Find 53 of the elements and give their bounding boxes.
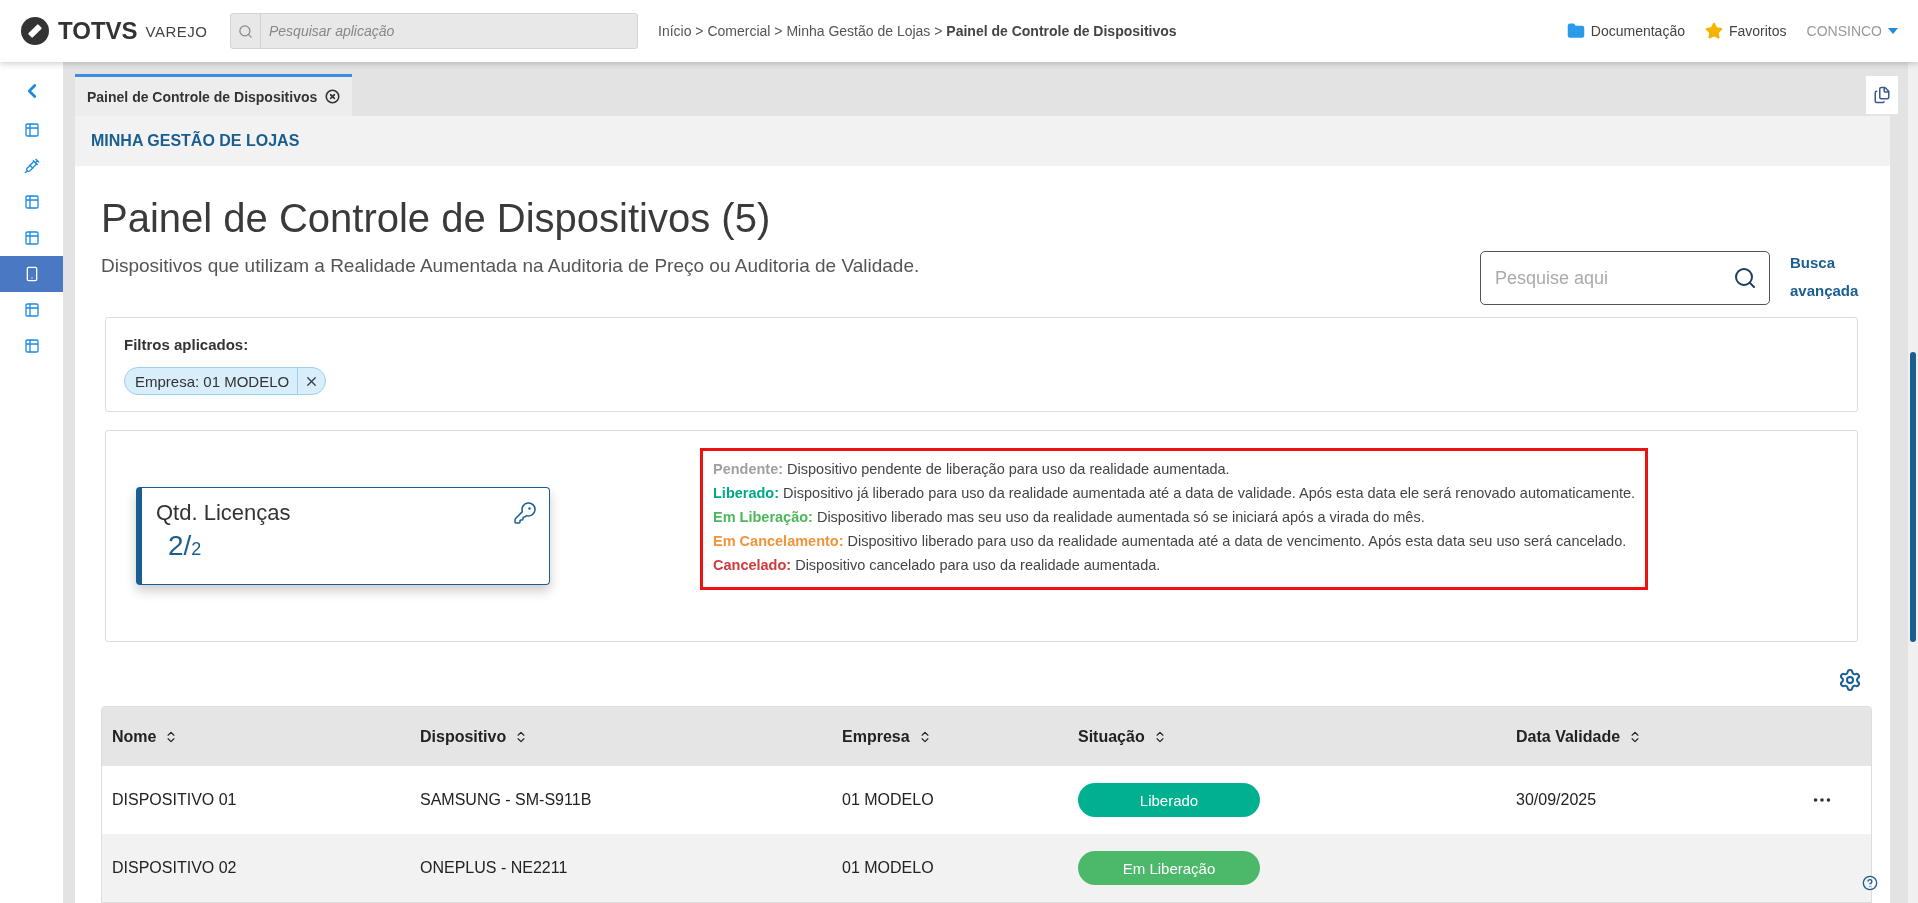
- star-icon: [1704, 22, 1723, 40]
- folder-icon: [1566, 22, 1585, 40]
- column-header[interactable]: Nome: [112, 727, 420, 746]
- legend-text: Dispositivo pendente de liberação para uso da realidade aumentada.: [787, 461, 1230, 477]
- app-search-box[interactable]: Pesquisar aplicação: [230, 13, 638, 49]
- filters-label: Filtros aplicados:: [124, 336, 250, 353]
- table-cell-text: 01 MODELO: [842, 791, 935, 809]
- column-header[interactable]: Empresa: [842, 727, 1078, 746]
- favorites-link[interactable]: Favoritos: [1704, 22, 1787, 40]
- close-icon[interactable]: [325, 89, 341, 104]
- close-windows-button[interactable]: [1866, 76, 1898, 114]
- status-badge: Em Liberação: [1078, 851, 1260, 885]
- column-header[interactable]: Data Validade: [1516, 727, 1811, 746]
- section-title: MINHA GESTÃO DE LOJAS: [91, 132, 300, 150]
- documentation-link[interactable]: Documentação: [1566, 22, 1685, 40]
- app-search-field[interactable]: Pesquisar aplicação: [261, 22, 637, 40]
- breadcrumb: Início > Comercial > Minha Gestão de Lojas > Painel de Controle de Dispositivos: [658, 23, 1178, 39]
- legend-status: Cancelado:: [713, 557, 792, 573]
- legend-text: Dispositivo já liberado para uso da realidade aumentada até a data de validade. Após esta data ele será renovado automaticamente.: [783, 485, 1636, 501]
- help-icon[interactable]: [1862, 875, 1878, 891]
- legend-text: Dispositivo liberado mas seu uso da realidade aumentada só se iniciará após a virada do mês.: [816, 509, 1425, 525]
- scrollbar-thumb[interactable]: [1910, 352, 1916, 642]
- page-subtitle: Dispositivos que utilizam a Realidade Aumentada na Auditoria de Preço ou Auditoria de Validade.: [101, 255, 920, 277]
- logo-text: TOTVS: [58, 17, 138, 45]
- table-cell-text: SAMSUNG - SM-S911B: [420, 791, 593, 809]
- table-cell-text: 30/09/2025: [1516, 791, 1598, 809]
- table-cell-text: 01 MODELO: [842, 859, 935, 877]
- legend-text: Dispositivo liberado para uso da realidade aumentada até a data de vencimento. Após esta data seu uso será cancelado.: [847, 533, 1627, 549]
- caret-icon: [1888, 28, 1898, 34]
- settings-icon[interactable]: [1838, 668, 1862, 692]
- legend-status: Liberado:: [713, 485, 780, 501]
- legend-status: Em Liberação:: [713, 509, 813, 525]
- advanced-search-link[interactable]: Busca avançada: [1790, 249, 1862, 305]
- search-box[interactable]: Pesquise aqui: [1480, 251, 1770, 305]
- column-header[interactable]: Situação: [1078, 727, 1516, 746]
- table-cell-text: ONEPLUS - NE2211: [420, 859, 569, 877]
- search-icon[interactable]: [1733, 266, 1757, 290]
- legend-text: Dispositivo cancelado para uso da realidade aumentada.: [795, 557, 1161, 573]
- license-title: Qtd. Licenças: [156, 500, 291, 526]
- table-cell-text: DISPOSITIVO 01: [112, 791, 238, 809]
- legend-status: Em Cancelamento:: [713, 533, 844, 549]
- filter-chip[interactable]: Empresa: 01 MODELO: [124, 367, 327, 395]
- legend-status: Pendente:: [713, 461, 784, 477]
- table-cell-text: DISPOSITIVO 02: [112, 859, 238, 877]
- status-badge: Liberado: [1078, 783, 1260, 817]
- search-icon: [238, 23, 253, 39]
- license-count: 2/2: [167, 530, 203, 562]
- page-tab[interactable]: Painel de Controle de Dispositivos: [75, 74, 353, 116]
- logo-subtitle: VAREJO: [145, 22, 208, 40]
- key-icon: [513, 501, 537, 525]
- page-title: Painel de Controle de Dispositivos (5): [101, 196, 772, 241]
- logo-icon: [20, 16, 50, 46]
- column-header[interactable]: Dispositivo: [420, 727, 842, 746]
